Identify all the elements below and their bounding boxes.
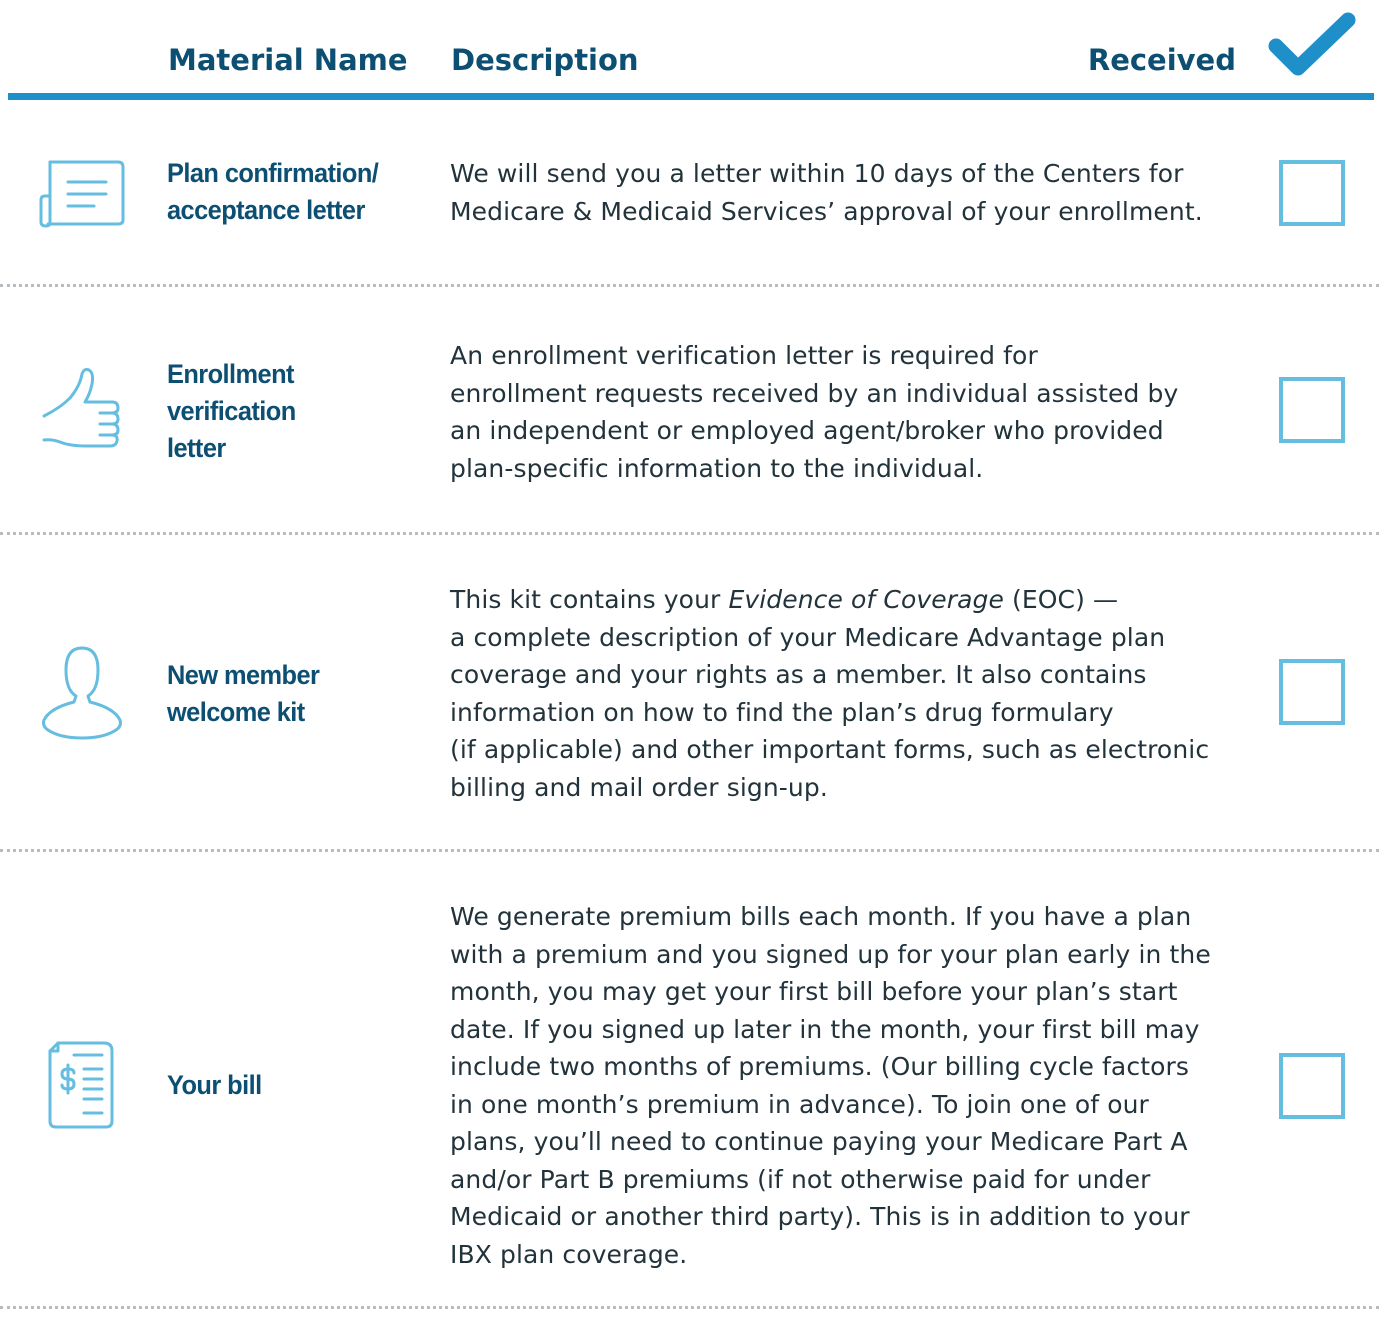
material-description: This kit contains your Evidence of Cover… [450, 581, 1240, 806]
material-name-line: New member [167, 660, 320, 690]
description-line: plans, you’ll need to continue paying yo… [450, 1127, 1188, 1156]
material-name-line: acceptance letter [167, 195, 365, 225]
description-line: with a premium and you signed up for you… [450, 939, 1211, 969]
table-row: New member welcome kit This kit contains… [0, 534, 1379, 850]
table-row: Enrollment verification letter An enroll… [0, 286, 1379, 532]
row-divider [0, 1306, 1379, 1309]
column-header-material-name: Material Name [168, 43, 408, 77]
description-line: date. If you signed up later in the mont… [450, 1014, 1200, 1044]
column-header-description: Description [451, 43, 639, 77]
received-checkbox[interactable] [1279, 1053, 1345, 1119]
material-description: An enrollment verification letter is req… [450, 337, 1240, 487]
description-line: plan-specific information to the individ… [450, 453, 984, 483]
description-line: billing and mail order sign-up. [450, 772, 828, 802]
description-line: in one month’s premium in advance). To j… [450, 1089, 1149, 1119]
material-name-line: Plan confirmation/ [167, 158, 379, 188]
material-description: We will send you a letter within 10 days… [450, 155, 1240, 230]
description-line: IBX plan coverage. [450, 1239, 688, 1269]
table-row: Plan confirmation/ acceptance letter We … [0, 100, 1379, 285]
thumbs-up-icon [30, 364, 134, 468]
description-line: an independent or employed agent/broker … [450, 416, 1164, 445]
description-line: We will send you a letter within 10 days… [450, 159, 1184, 188]
received-checkbox[interactable] [1279, 377, 1345, 443]
description-line: (if applicable) and other important form… [450, 735, 1210, 764]
description-line: Medicaid or another third party). This i… [450, 1202, 1190, 1231]
description-line: information on how to find the plan’s dr… [450, 697, 1114, 727]
description-line: Medicare & Medicaid Services’ approval o… [450, 196, 1203, 226]
material-name-line: welcome kit [167, 697, 305, 727]
document-title: Evidence of Coverage [728, 585, 1004, 614]
description-line: include two months of premiums. (Our bil… [450, 1052, 1190, 1081]
person-icon [30, 642, 134, 746]
description-line: a complete description of your Medicare … [450, 622, 1166, 652]
header-rule [8, 93, 1374, 100]
column-header-received: Received [1087, 43, 1236, 77]
material-name: Your bill [167, 1067, 393, 1104]
material-description: We generate premium bills each month. If… [450, 898, 1240, 1273]
material-name-line: verification [167, 396, 296, 426]
bill-icon [30, 1033, 134, 1137]
material-name-line: Your bill [167, 1070, 262, 1100]
description-line: enrollment requests received by an indiv… [450, 378, 1179, 408]
table-row: Your bill We generate premium bills each… [0, 851, 1379, 1306]
material-name: Enrollment verification letter [167, 356, 393, 467]
description-line: month, you may get your first bill befor… [450, 977, 1178, 1006]
received-checkbox[interactable] [1279, 160, 1345, 226]
description-line: This kit contains your Evidence of Cover… [450, 585, 1119, 614]
material-name: New member welcome kit [167, 657, 393, 731]
table-header: Material Name Description Received [0, 0, 1379, 100]
material-name: Plan confirmation/ acceptance letter [167, 155, 393, 229]
description-line: and/or Part B premiums (if not otherwise… [450, 1164, 1151, 1194]
received-checkbox[interactable] [1279, 659, 1345, 725]
letter-icon [30, 138, 134, 242]
material-name-line: Enrollment [167, 359, 294, 389]
material-name-line: letter [167, 433, 226, 463]
description-line: We generate premium bills each month. If… [450, 902, 1192, 931]
description-line: coverage and your rights as a member. It… [450, 660, 1147, 689]
description-line: An enrollment verification letter is req… [450, 341, 1038, 370]
checkmark-icon [1268, 12, 1356, 76]
